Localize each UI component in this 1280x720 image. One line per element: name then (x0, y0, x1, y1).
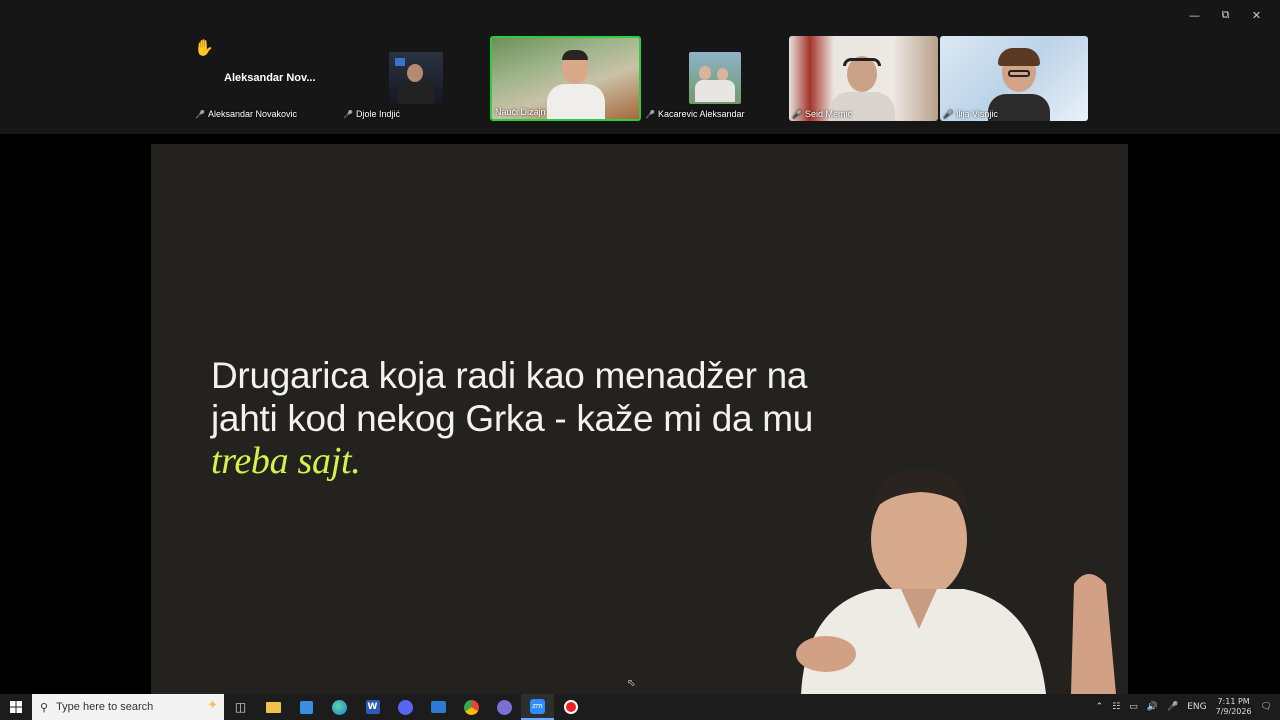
file-explorer-icon[interactable] (257, 694, 290, 720)
participant-name: Kacarevic Aleksandar (657, 109, 745, 119)
participant-name-tag: 🎤 Kacarevic Aleksandar (645, 109, 745, 119)
clock-date: 7/9/2026 (1215, 707, 1252, 716)
mic-muted-icon: 🎤 (943, 109, 953, 119)
microphone-icon[interactable]: 🎤 (1167, 702, 1178, 712)
participant-tile[interactable]: 🎤 Djole Indjić (340, 36, 488, 121)
app-icon[interactable] (488, 694, 521, 720)
participant-tile[interactable]: 🎤 Seid Memić (789, 36, 938, 121)
taskbar-search-box[interactable]: ⚲ Type here to search ✦ (32, 694, 224, 720)
participant-name: Nauči Dizajn (495, 107, 546, 117)
participant-name-tag: 🎤 Aleksandar Novakovic (195, 109, 297, 119)
mic-muted-icon: 🎤 (792, 109, 802, 119)
search-placeholder: Type here to search (56, 701, 154, 713)
mic-muted-icon: 🎤 (343, 109, 353, 119)
participant-video (689, 52, 741, 104)
start-button[interactable] (0, 694, 32, 720)
presenter-video-overlay (716, 454, 1128, 694)
participant-name: Ilija Visnjic (955, 109, 998, 119)
close-icon[interactable]: ✕ (1241, 4, 1272, 26)
edge-icon[interactable] (323, 694, 356, 720)
participant-name: Aleksandar Novakovic (207, 109, 298, 119)
zoom-icon[interactable]: zm (521, 694, 554, 720)
chrome-icon[interactable] (455, 694, 488, 720)
notifications-icon[interactable]: 🗨 (1261, 702, 1272, 712)
shared-screen-slide: Drugarica koja radi kao menadžer na jaht… (151, 144, 1128, 694)
window-controls: — ⧉ ✕ (1179, 4, 1272, 26)
store-icon[interactable] (290, 694, 323, 720)
participant-tile[interactable]: 🎤 Kacarevic Aleksandar (642, 36, 787, 121)
mic-muted-icon: 🎤 (195, 109, 205, 119)
clock-time: 7:11 PM (1217, 697, 1250, 706)
slide-line-1: Drugarica koja radi kao menadžer na (211, 355, 808, 396)
participant-name-tag: 🎤 Djole Indjić (343, 109, 400, 119)
mic-muted-icon: 🎤 (645, 109, 655, 119)
windows-logo-icon (10, 701, 22, 713)
participant-strip: — ⧉ ✕ ✋ Aleksandar Nov... 🎤 Aleksandar N… (0, 0, 1280, 134)
task-view-icon[interactable]: ◫ (224, 694, 257, 720)
language-indicator[interactable]: ENG (1187, 702, 1206, 712)
network-icon[interactable]: ☷ (1112, 702, 1120, 712)
battery-icon[interactable]: ▭ (1129, 702, 1138, 712)
restore-icon[interactable]: ⧉ (1210, 4, 1241, 26)
copilot-sparkle-icon: ✦ (207, 698, 218, 713)
record-icon[interactable] (554, 694, 587, 720)
clock[interactable]: 7:11 PM 7/9/2026 (1216, 697, 1252, 717)
participant-name-tag: 🎤 Seid Memić (792, 109, 852, 119)
system-tray: ⌃ ☷ ▭ 🔊 🎤 ENG 7:11 PM 7/9/2026 🗨 (1096, 694, 1280, 720)
minimize-icon[interactable]: — (1179, 4, 1210, 26)
discord-icon[interactable] (389, 694, 422, 720)
slide-line-2: jahti kod nekog Grka - kaže mi da mu (211, 398, 814, 439)
participant-name-tag: 🎤 Ilija Visnjic (943, 109, 998, 119)
participant-name: Seid Memić (804, 109, 852, 119)
participant-tile-active[interactable]: Nauči Dizajn (490, 36, 641, 121)
participant-tile[interactable]: 🎤 Aleksandar Novakovic (192, 36, 338, 121)
chevron-up-icon[interactable]: ⌃ (1096, 702, 1104, 712)
mail-icon[interactable] (422, 694, 455, 720)
search-icon: ⚲ (40, 700, 49, 714)
participant-video (389, 52, 443, 104)
word-icon[interactable]: W (356, 694, 389, 720)
mouse-cursor-icon: ⬁ (627, 678, 636, 689)
participant-name: Djole Indjić (355, 109, 400, 119)
participant-name-tag: Nauči Dizajn (495, 107, 546, 117)
volume-icon[interactable]: 🔊 (1147, 702, 1158, 712)
participant-tile[interactable]: 🎤 Ilija Visnjic (940, 36, 1088, 121)
taskbar: ⚲ Type here to search ✦ ◫ W zm ⌃ ☷ ▭ 🔊 🎤… (0, 694, 1280, 720)
